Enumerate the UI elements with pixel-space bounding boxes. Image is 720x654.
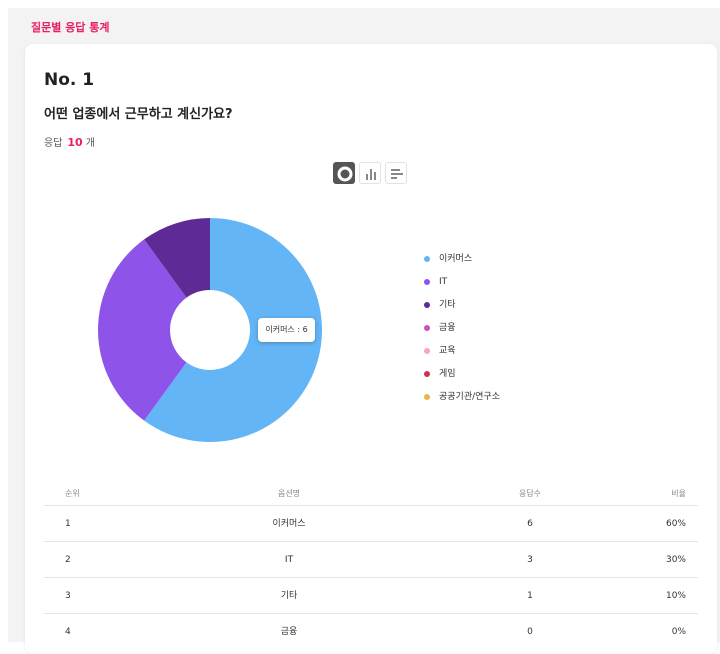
legend-label: 이커머스 — [439, 254, 473, 264]
row-count: 3 — [527, 555, 533, 565]
horizontal-bar-view-button[interactable] — [385, 162, 407, 184]
legend-dot-icon — [424, 256, 430, 262]
table-row: 2 IT 3 30% — [44, 541, 698, 578]
row-ratio: 10% — [665, 591, 686, 601]
response-unit: 개 — [85, 138, 95, 149]
response-count: 10 — [67, 136, 83, 149]
legend-label: 기타 — [439, 300, 456, 310]
row-option: 이커머스 — [272, 519, 306, 529]
legend-dot-icon — [424, 371, 430, 377]
legend-dot-icon — [424, 279, 430, 285]
question-text: 어떤 업종에서 근무하고 계신가요? — [44, 107, 233, 122]
table-row: 4 금융 0 0% — [44, 613, 698, 650]
table-header: 순위 옵션명 응답수 비율 — [44, 483, 698, 506]
donut-view-button[interactable] — [333, 162, 355, 184]
bar-view-button[interactable] — [359, 162, 381, 184]
legend-label: 금융 — [439, 323, 456, 333]
chart-tooltip: 이커머스 : 6 — [258, 318, 315, 342]
legend-dot-icon — [424, 348, 430, 354]
header-rank: 순위 — [65, 489, 80, 498]
header-option: 옵션명 — [277, 489, 301, 498]
legend-label: 공공기관/연구소 — [439, 392, 500, 402]
legend-dot-icon — [424, 325, 430, 331]
legend-label: IT — [439, 277, 448, 287]
row-count: 1 — [527, 591, 533, 601]
question-number: No. 1 — [44, 70, 95, 90]
row-rank: 4 — [65, 627, 71, 637]
row-rank: 3 — [65, 591, 71, 601]
header-count: 응답수 — [518, 489, 542, 498]
donut-chart-icon — [337, 166, 353, 182]
horizontal-bar-chart-icon — [391, 169, 403, 179]
row-ratio: 60% — [665, 519, 686, 529]
response-summary: 응답 10 개 — [44, 134, 95, 149]
legend-dot-icon — [424, 394, 430, 400]
header-ratio: 비율 — [671, 489, 686, 498]
row-ratio: 0% — [671, 627, 686, 637]
legend-label: 게임 — [439, 369, 456, 379]
bar-chart-icon — [366, 169, 376, 180]
row-option: IT — [284, 555, 294, 565]
row-option: 금융 — [280, 627, 298, 637]
row-count: 6 — [527, 519, 533, 529]
legend-label: 교육 — [439, 346, 456, 356]
section-title: 질문별 응답 통계 — [31, 21, 110, 34]
row-count: 0 — [527, 627, 533, 637]
row-rank: 1 — [65, 519, 71, 529]
table-row: 3 기타 1 10% — [44, 577, 698, 614]
table-row: 1 이커머스 6 60% — [44, 505, 698, 542]
row-option: 기타 — [280, 591, 298, 601]
row-ratio: 30% — [665, 555, 686, 565]
legend-dot-icon — [424, 302, 430, 308]
response-label: 응답 — [44, 138, 63, 149]
row-rank: 2 — [65, 555, 71, 565]
